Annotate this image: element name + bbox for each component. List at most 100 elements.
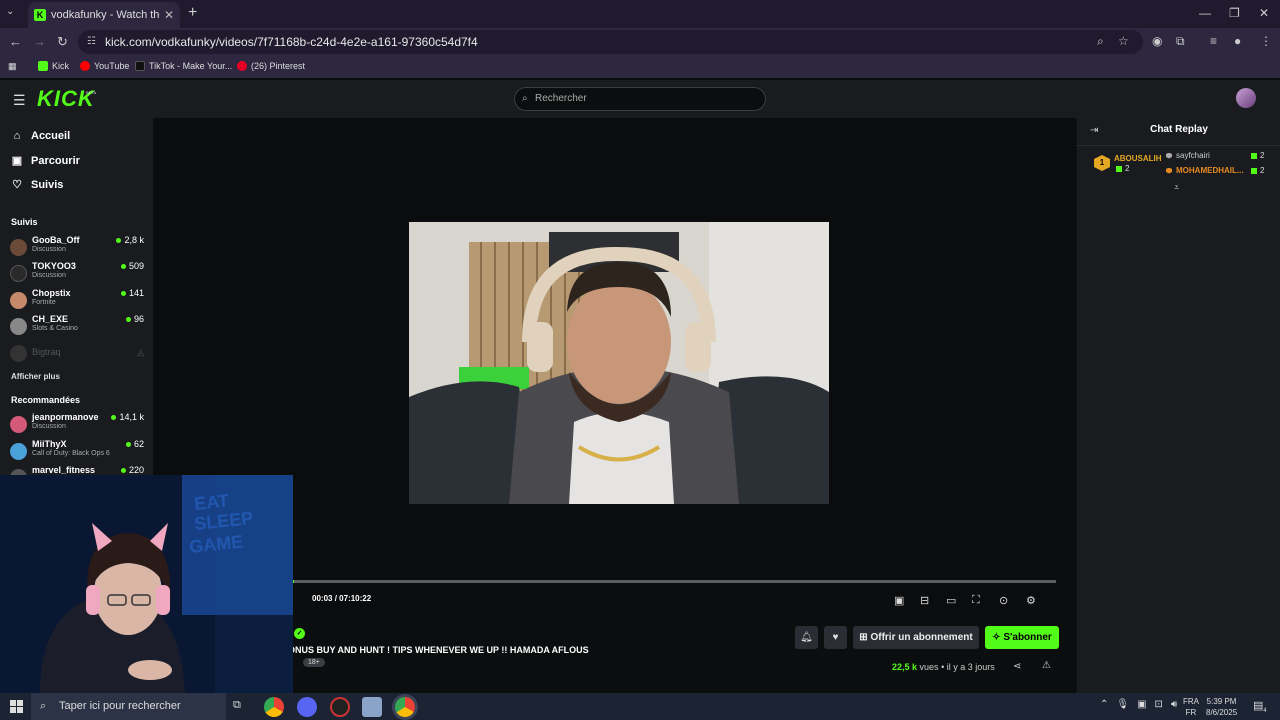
- viewer-count: 62: [125, 439, 144, 449]
- gift-count: 2: [1251, 151, 1264, 160]
- pinterest-bookmark-icon: [237, 61, 247, 71]
- taskbar-search-input[interactable]: ⌕ Taper ici pour rechercher: [31, 693, 226, 720]
- chrome-active-icon[interactable]: [395, 697, 415, 717]
- clock[interactable]: 5:39 PM 8/6/2025: [1206, 696, 1237, 718]
- nav-following[interactable]: ♡ Suivis: [11, 178, 63, 192]
- follow-heart-button[interactable]: ♥: [824, 626, 847, 649]
- apps-grid-icon[interactable]: ▦: [8, 61, 17, 72]
- window-close-icon[interactable]: ✕: [1259, 6, 1269, 20]
- share-icon[interactable]: ⋖: [1013, 661, 1021, 672]
- bookmark-pinterest[interactable]: (26) Pinterest: [237, 61, 305, 71]
- windows-taskbar: ⌕ Taper ici pour rechercher ⧉ ⌃ 🎙︎ ▣ ⊡ 🔊…: [0, 693, 1280, 720]
- progress-bar[interactable]: [293, 580, 1056, 583]
- sidebar-channel-gooba[interactable]: GooBa_Off Discussion 2,8 k: [10, 235, 144, 259]
- nav-home[interactable]: ⌂ Accueil: [11, 130, 70, 142]
- discord-icon[interactable]: [297, 697, 317, 717]
- bookmark-kick[interactable]: Kick: [38, 61, 69, 71]
- profile-icon[interactable]: ●: [1234, 34, 1241, 48]
- tab-close-icon[interactable]: ✕: [164, 8, 174, 22]
- live-dot-icon: [120, 467, 126, 473]
- kick-bookmark-icon: [38, 61, 48, 71]
- extension-icon[interactable]: ◉: [1152, 34, 1162, 48]
- cast-icon[interactable]: ⊟: [920, 594, 929, 607]
- viewer-count: 14,1 k: [111, 412, 144, 422]
- minimize-icon[interactable]: —: [1199, 6, 1211, 20]
- microphone-icon[interactable]: 🎙︎: [1116, 699, 1129, 710]
- sidebar-channel-jeanpormanove[interactable]: jeanpormanove Discussion 14,1 k: [10, 412, 144, 436]
- address-bar[interactable]: ☷ kick.com/vodkafunky/videos/7f71168b-c2…: [78, 30, 1143, 54]
- search-input[interactable]: ⌕ Rechercher: [514, 87, 766, 111]
- live-dot-icon: [120, 263, 126, 269]
- show-more-link[interactable]: Afficher plus: [11, 372, 60, 381]
- fullscreen-icon[interactable]: ⛶: [972, 594, 980, 607]
- webcam-image: EAT SLEEP GAME: [0, 475, 293, 693]
- bookmark-star-icon[interactable]: ☆: [1118, 34, 1129, 48]
- nav-browse[interactable]: ▣ Parcourir: [11, 154, 80, 168]
- restore-icon[interactable]: ❐: [1229, 6, 1240, 20]
- streamer-video-image: [409, 222, 829, 504]
- mini-player-icon[interactable]: ▣: [894, 594, 904, 607]
- tiktok-bookmark-icon: [135, 61, 145, 71]
- avatar: [10, 292, 27, 309]
- view-stats: 22,5 k vues • il y a 3 jours: [892, 662, 995, 672]
- leaderboard-user-1[interactable]: ABOUSALIH: [1114, 154, 1162, 163]
- live-dot-icon: [125, 316, 131, 322]
- search-icon: ⌕: [40, 700, 47, 712]
- sidebar-channel-ch-exe[interactable]: CH_EXE Slots & Casino 96: [10, 314, 144, 338]
- live-dot-icon: [120, 290, 126, 296]
- tab-search-icon[interactable]: ⌄: [6, 6, 14, 17]
- file-explorer-icon[interactable]: [362, 697, 382, 717]
- avatar: [10, 443, 27, 460]
- bookmark-youtube[interactable]: YouTube: [80, 61, 129, 71]
- settings-gear-icon[interactable]: ⚙: [1026, 594, 1036, 607]
- mature-badge: 18+: [303, 658, 325, 667]
- windows-start-icon[interactable]: [10, 700, 23, 713]
- viewer-count: 141: [120, 288, 144, 298]
- report-warning-icon[interactable]: ⚠: [1042, 660, 1051, 671]
- tray-app-icon[interactable]: ▣: [1137, 699, 1146, 710]
- forward-icon[interactable]: →: [33, 34, 46, 49]
- zoom-icon[interactable]: ⌕: [1097, 34, 1104, 49]
- sidebar-channel-tokyoo3[interactable]: TOKYOO3 Discussion 509: [10, 261, 144, 285]
- search-icon: ⌕: [522, 93, 528, 104]
- time-display: 00:03 / 07:10:22: [312, 594, 372, 603]
- reload-icon[interactable]: ↻: [57, 34, 68, 50]
- sidebar-channel-chopstix[interactable]: Chopstix Fortnite 141: [10, 288, 144, 312]
- user-avatar[interactable]: [1236, 88, 1256, 108]
- sidebar-channel-bigtraq[interactable]: Bigtraq ◬: [10, 345, 144, 369]
- theater-mode-icon[interactable]: ▭: [946, 594, 956, 607]
- recommended-section-title: Recommandées: [11, 395, 81, 405]
- volume-icon[interactable]: 🔊︎: [1171, 699, 1177, 710]
- kick-header: ☰ KICK BETA ⌕ Rechercher: [0, 80, 1280, 118]
- expand-leaderboard-icon[interactable]: ⩡: [1174, 182, 1179, 193]
- media-control-icon[interactable]: ≡: [1210, 34, 1217, 48]
- language-indicator[interactable]: FRA FR: [1183, 696, 1199, 718]
- chat-panel: ⇥ Chat Replay 1 ABOUSALIH 2 sayfchairi 2…: [1076, 118, 1280, 693]
- vod-title: ONUS BUY AND HUNT ! TIPS WHENEVER WE UP …: [288, 645, 589, 655]
- badge-icon: [1166, 167, 1172, 174]
- avatar: [10, 416, 27, 433]
- playback-speed-icon[interactable]: ⊙: [999, 594, 1008, 607]
- subscribe-button[interactable]: ✧ S'abonner: [985, 626, 1059, 649]
- browser-tab-active[interactable]: K vodkafunky - Watch the VOD o ✕: [28, 2, 180, 28]
- notification-bell-button[interactable]: 🔔︎: [795, 626, 818, 649]
- chrome-icon[interactable]: [264, 697, 284, 717]
- leaderboard-user-3[interactable]: MOHAMEDHAIL...: [1166, 166, 1244, 175]
- menu-icon[interactable]: ⋮: [1260, 34, 1272, 48]
- hamburger-menu-icon[interactable]: ☰: [13, 92, 26, 109]
- gift-subscription-button[interactable]: ⊞ Offrir un abonnement: [853, 626, 979, 649]
- obs-icon[interactable]: [330, 697, 350, 717]
- bell-icon: 🔔︎: [800, 632, 813, 643]
- bookmark-tiktok[interactable]: TikTok - Make Your...: [135, 61, 232, 71]
- back-icon[interactable]: ←: [9, 34, 22, 49]
- extensions-puzzle-icon[interactable]: ⧉: [1176, 34, 1185, 49]
- leaderboard-user-2[interactable]: sayfchairi: [1166, 151, 1210, 160]
- site-info-icon[interactable]: ☷: [87, 30, 96, 54]
- task-view-icon[interactable]: ⧉: [233, 699, 241, 712]
- notification-center-icon[interactable]: ▤4: [1253, 699, 1267, 714]
- sidebar-channel-miithyx[interactable]: MiiThyX Call of Duty: Black Ops 6 62: [10, 439, 144, 463]
- network-icon[interactable]: ⊡: [1155, 699, 1163, 710]
- tray-expand-icon[interactable]: ⌃: [1100, 699, 1108, 710]
- new-tab-icon[interactable]: +: [188, 4, 197, 22]
- bookmarks-bar: ▦ Kick YouTube TikTok - Make Your... (26…: [0, 56, 1280, 78]
